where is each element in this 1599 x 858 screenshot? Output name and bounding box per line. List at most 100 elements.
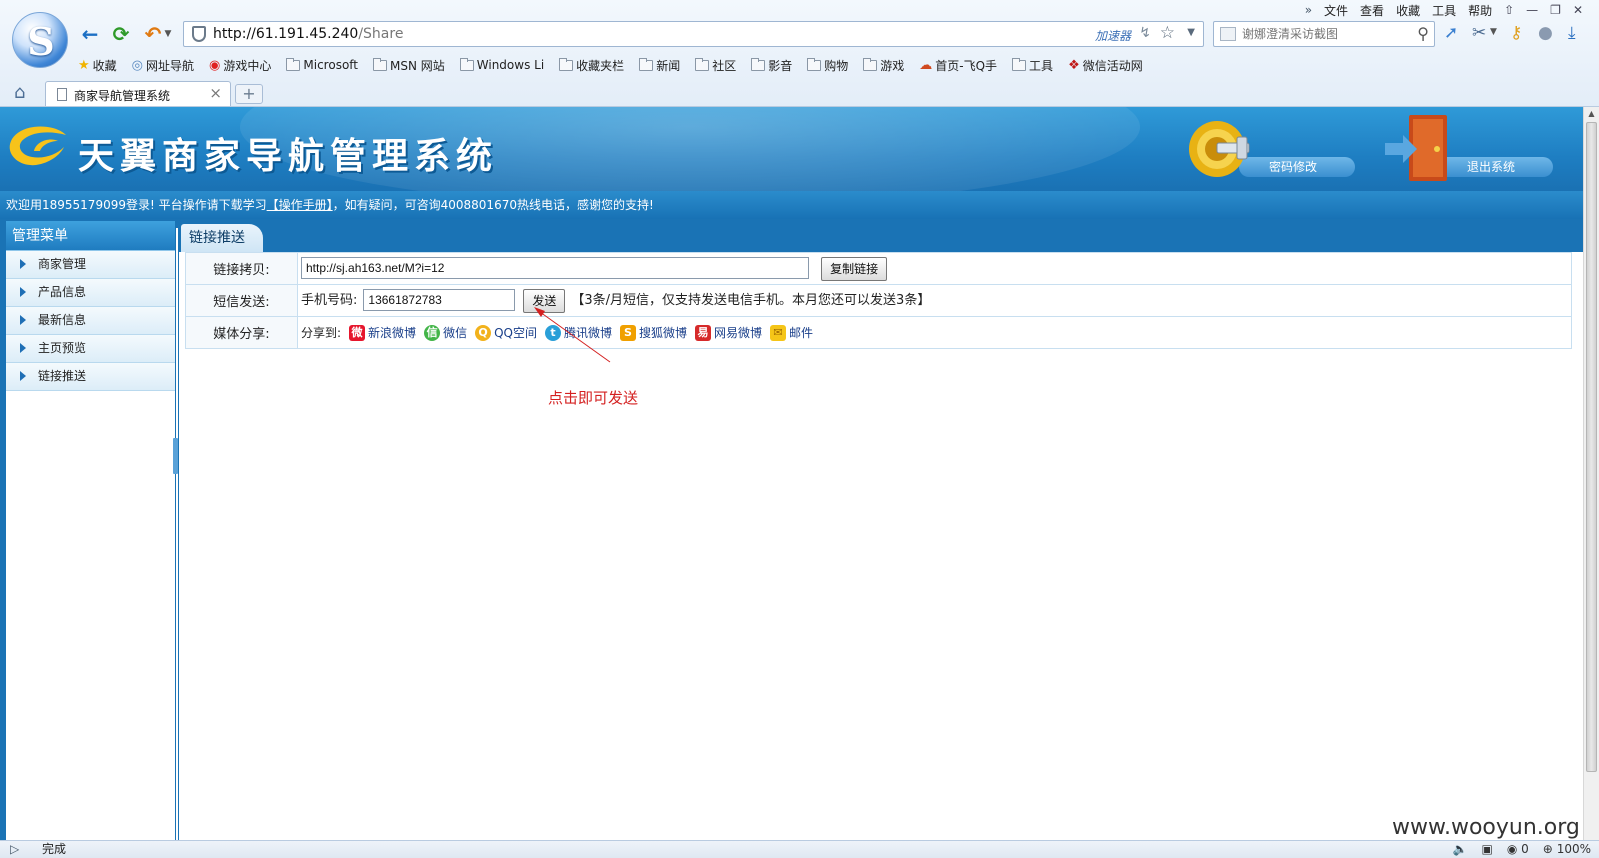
annotation-text: 点击即可发送 (548, 389, 639, 407)
folder-icon (695, 57, 710, 71)
watermark: www.wooyun.org (1392, 815, 1580, 840)
key-icon[interactable]: ⚷ (1510, 23, 1522, 43)
scroll-thumb[interactable] (1586, 122, 1597, 772)
star-icon: ★ (78, 57, 90, 73)
sidebar-item-link-push[interactable]: 链接推送 (6, 363, 175, 391)
bookmark-games[interactable]: 游戏 (863, 57, 904, 74)
bookmark-tools[interactable]: 工具 (1012, 57, 1053, 74)
sidebar-toggle-icon[interactable]: ▷ (10, 841, 19, 858)
sidebar-item-products[interactable]: 产品信息 (6, 279, 175, 307)
bookmark-feiq[interactable]: ☁ 首页-飞Q手 (919, 57, 997, 74)
security-shield-icon (192, 26, 206, 42)
qzone-icon: Q (475, 324, 492, 341)
copy-link-input[interactable] (301, 257, 809, 279)
tab-active[interactable]: 商家导航管理系统 × (45, 81, 231, 106)
manual-link[interactable]: 【操作手册】 (267, 198, 333, 212)
undo-dropdown-icon[interactable]: ▼ (162, 22, 174, 46)
chat-icon[interactable]: ● (1538, 23, 1553, 43)
copy-link-cell: 复制链接 (297, 252, 1572, 285)
welcome-bar: 欢迎用18955179099登录! 平台操作请下载学习【操作手册】，如有疑问，可… (0, 191, 1583, 219)
bookmark-nav[interactable]: ◎ 网址导航 (132, 57, 194, 74)
scissors-icon[interactable]: ✂ (1472, 23, 1486, 43)
home-icon[interactable]: ⌂ (14, 82, 25, 103)
accelerator-label[interactable]: 加速器 (1095, 27, 1131, 44)
share-qzone[interactable]: Q QQ空间 (475, 324, 537, 341)
sidebar-item-news[interactable]: 最新信息 (6, 307, 175, 335)
refresh-button[interactable]: ⟳ (109, 22, 133, 46)
menu-view[interactable]: 查看 (1360, 2, 1384, 19)
gift-icon: ❖ (1068, 57, 1080, 73)
sidebar-item-preview[interactable]: 主页预览 (6, 335, 175, 363)
copy-link-label: 链接拷贝: (185, 252, 298, 285)
site-title: 天翼商家导航管理系统 (78, 136, 499, 177)
copy-link-button[interactable]: 复制链接 (821, 256, 888, 281)
bookmark-msn[interactable]: MSN 网站 (373, 57, 445, 74)
share-form-table: 链接拷贝: 复制链接 短信发送: 手机号码: 发送【3条/月短信，仅支持发送电信手… (185, 252, 1572, 349)
back-button[interactable]: ← (78, 22, 102, 46)
sina-weibo-icon: 微 (349, 324, 366, 341)
bookmark-game-center[interactable]: ◉ 游戏中心 (209, 57, 271, 74)
bookmark-news[interactable]: 新闻 (639, 57, 680, 74)
share-sohu-weibo[interactable]: S 搜狐微博 (620, 324, 687, 341)
minimize-icon[interactable]: — (1526, 3, 1538, 17)
zoom-control[interactable]: ⊕ 100% (1543, 841, 1591, 858)
folder-icon (559, 57, 574, 71)
logout-button[interactable]: 退出系统 (1385, 113, 1553, 187)
folder-icon (1012, 57, 1027, 71)
bookmark-media[interactable]: 影音 (751, 57, 792, 74)
menu-help[interactable]: 帮助 (1468, 2, 1492, 19)
menu-tools[interactable]: 工具 (1432, 2, 1456, 19)
sohu-weibo-icon: S (620, 324, 636, 341)
netease-weibo-icon: 易 (695, 324, 712, 341)
favorite-star-icon[interactable]: ☆ (1160, 23, 1175, 43)
share-wechat[interactable]: 信微信 (424, 324, 467, 341)
menu-file[interactable]: 文件 (1324, 2, 1348, 19)
bookmark-microsoft[interactable]: Microsoft (286, 57, 358, 72)
download-icon[interactable]: ⤓ (1568, 23, 1576, 43)
restore-icon[interactable]: ❐ (1550, 3, 1561, 17)
bookmark-windows-live[interactable]: Windows Li (459, 57, 544, 72)
tab-link-push[interactable]: 链接推送 (181, 224, 263, 252)
login-icon[interactable]: ➚ (1444, 23, 1458, 43)
address-dropdown-icon[interactable]: ▼ (1187, 27, 1195, 38)
sidebar-item-merchant[interactable]: 商家管理 (6, 251, 175, 279)
menu-more-icon[interactable]: » (1305, 3, 1312, 17)
network-icon[interactable]: ▣ (1482, 841, 1493, 858)
tab-close-icon[interactable]: × (209, 84, 222, 102)
sidebar-title: 管理菜单 (6, 221, 175, 251)
speaker-icon[interactable]: 🔈 (1453, 841, 1468, 858)
menu-bar: » 文件 查看 收藏 工具 帮助 ⇧ — ❐ ✕ (1305, 1, 1583, 19)
sms-cell: 手机号码: 发送【3条/月短信，仅支持发送电信手机。本月您还可以发送3条】 (297, 284, 1572, 317)
search-icon[interactable]: ⚲ (1417, 24, 1429, 43)
share-tencent-weibo[interactable]: t 腾讯微博 (544, 324, 612, 341)
bookmark-wechat-activity[interactable]: ❖ 微信活动网 (1068, 57, 1143, 74)
search-engine-icon[interactable] (1220, 27, 1236, 41)
scissors-dropdown-icon[interactable]: ▼ (1490, 27, 1497, 37)
close-window-icon[interactable]: ✕ (1573, 3, 1583, 17)
skin-icon[interactable]: ⇧ (1504, 3, 1514, 17)
counter-badge[interactable]: ◉ 0 (1507, 841, 1529, 858)
address-text[interactable]: http://61.191.45.240/Share (213, 26, 403, 42)
new-tab-button[interactable]: + (235, 84, 263, 104)
page-scrollbar[interactable]: ▲ (1583, 107, 1599, 840)
bookmark-favorites-bar[interactable]: 收藏夹栏 (559, 57, 624, 74)
menu-favorites[interactable]: 收藏 (1396, 2, 1420, 19)
bookmark-favorites[interactable]: ★ 收藏 (78, 57, 117, 74)
phone-label: 手机号码: (301, 293, 358, 308)
send-sms-button[interactable]: 发送 (523, 288, 566, 313)
bookmark-shopping[interactable]: 购物 (807, 57, 848, 74)
triangle-right-icon (20, 287, 26, 297)
main-panel: 链接推送 链接拷贝: 复制链接 短信发送: 手机号码: 发送【3条/月短信，仅支持… (178, 221, 1583, 840)
search-box[interactable]: ⚲ (1213, 21, 1435, 47)
address-bar[interactable]: http://61.191.45.240/Share 加速器 ↯ ☆ ▼ (183, 21, 1204, 47)
bookmark-community[interactable]: 社区 (695, 57, 736, 74)
share-sina-weibo[interactable]: 微新浪微博 (349, 324, 416, 341)
change-password-button[interactable]: 密码修改 (1187, 113, 1355, 187)
table-row: 链接拷贝: 复制链接 (185, 252, 1572, 285)
scroll-up-icon[interactable]: ▲ (1584, 107, 1599, 121)
share-netease-weibo[interactable]: 易网易微博 (695, 324, 762, 341)
search-input[interactable] (1242, 24, 1402, 44)
share-mail[interactable]: ✉ 邮件 (770, 324, 813, 341)
lightning-icon[interactable]: ↯ (1139, 25, 1151, 41)
phone-input[interactable] (363, 289, 516, 311)
